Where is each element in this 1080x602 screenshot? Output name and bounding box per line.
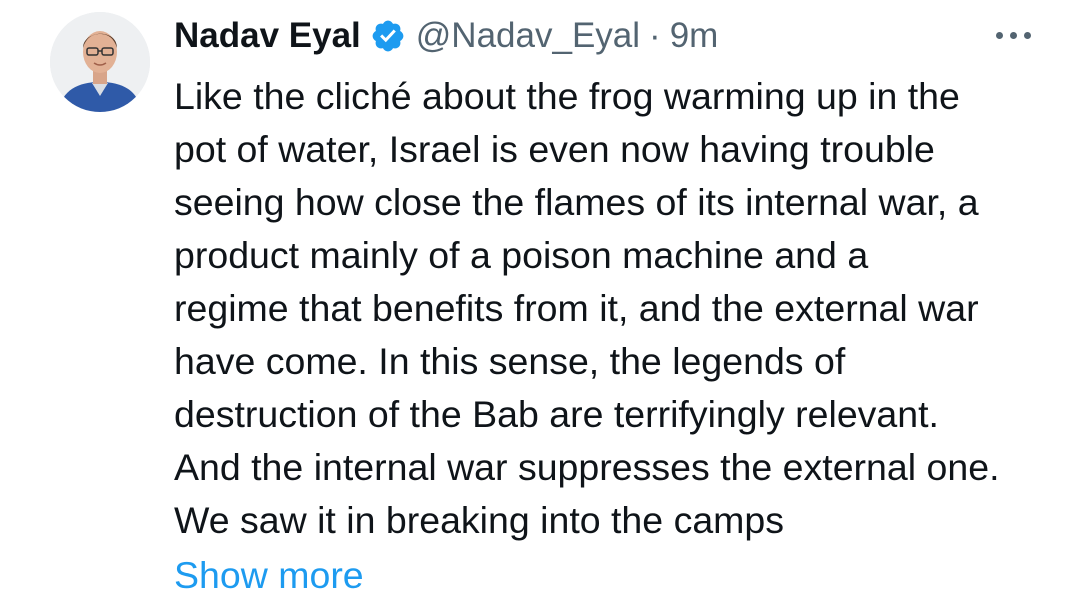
tweet: Nadav Eyal @Nadav_Eyal · 9m Like the cli…: [0, 0, 1080, 602]
author-handle[interactable]: @Nadav_Eyal: [416, 16, 640, 56]
author-name[interactable]: Nadav Eyal: [174, 16, 361, 56]
tweet-text-line: Like the cliché about the frog warming u…: [174, 75, 960, 117]
avatar-photo: [50, 12, 150, 112]
tweet-text: Like the cliché about the frog warming u…: [174, 70, 1054, 547]
tweet-text-line: seeing how close the flames of its inter…: [174, 181, 979, 223]
tweet-text-line: product mainly of a poison machine and a: [174, 234, 869, 276]
show-more-link[interactable]: Show more: [174, 549, 364, 602]
tweet-header: Nadav Eyal @Nadav_Eyal · 9m: [174, 14, 718, 58]
more-options-icon[interactable]: [994, 22, 1034, 50]
timestamp[interactable]: 9m: [670, 16, 719, 56]
tweet-text-line: And the internal war suppresses the exte…: [174, 446, 1000, 488]
tweet-text-line: have come. In this sense, the legends of: [174, 340, 846, 382]
verified-badge-icon: [370, 18, 406, 54]
tweet-text-line: destruction of the Bab are terrifyingly …: [174, 393, 939, 435]
tweet-text-line: We saw it in breaking into the camps: [174, 499, 785, 541]
separator-dot: ·: [649, 16, 661, 55]
avatar[interactable]: [50, 12, 150, 112]
tweet-text-line: regime that benefits from it, and the ex…: [174, 287, 979, 329]
tweet-text-line: pot of water, Israel is even now having …: [174, 128, 935, 170]
